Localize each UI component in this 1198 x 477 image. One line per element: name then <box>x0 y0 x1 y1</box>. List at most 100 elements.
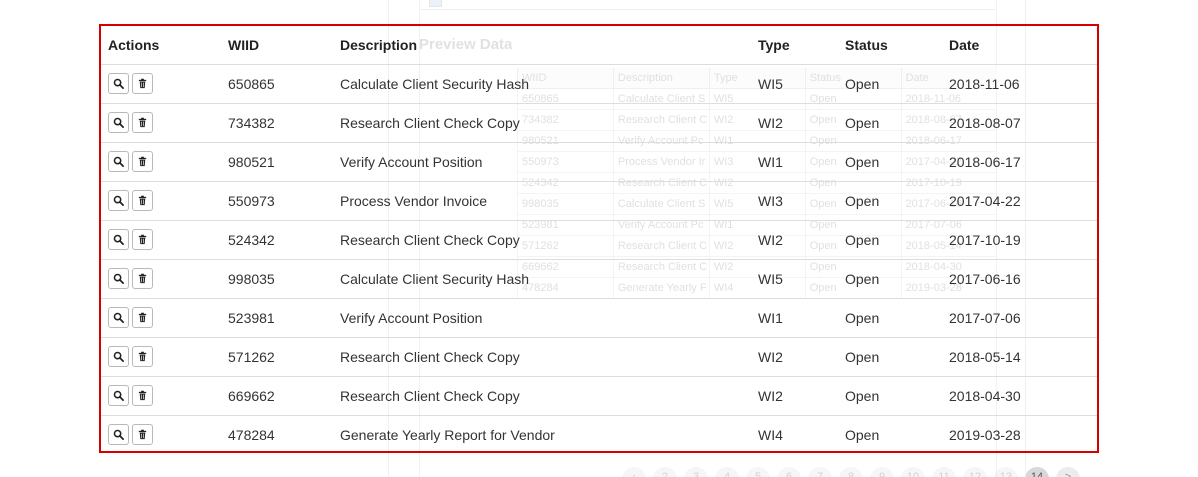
trash-icon <box>137 234 148 245</box>
table-row: 734382 Research Client Check Copy WI2 Open 2… <box>101 103 1097 143</box>
delete-button[interactable] <box>132 151 153 172</box>
pagination-next-button[interactable]: > <box>1056 467 1080 477</box>
preview-topbar <box>419 0 997 10</box>
pagination-page-button[interactable]: 2 <box>653 467 677 477</box>
header-date[interactable]: Date <box>942 26 1097 65</box>
row-actions <box>101 142 221 182</box>
cell-type: WI3 <box>751 181 838 221</box>
magnifier-icon <box>113 78 124 89</box>
cell-description: Generate Yearly Report for Vendor <box>340 426 555 443</box>
pagination-prev-button[interactable]: ‹ <box>622 467 646 477</box>
pagination-page-button[interactable]: 3 <box>684 467 708 477</box>
delete-button[interactable] <box>132 112 153 133</box>
cell-type: WI1 <box>751 298 838 338</box>
view-button[interactable] <box>108 424 129 446</box>
trash-icon <box>137 390 148 401</box>
cell-wiid: 980521 <box>221 142 333 182</box>
cell-date: 2017-04-22 <box>942 181 1097 221</box>
cell-description: Research Client Check Copy <box>333 220 751 260</box>
pagination-page-button[interactable]: 7 <box>808 467 832 477</box>
delete-button[interactable] <box>132 190 153 211</box>
pagination-page-button[interactable]: 4 <box>715 467 739 477</box>
cell-type: WI2 <box>751 220 838 260</box>
cell-wiid: 571262 <box>221 337 333 377</box>
magnifier-icon <box>113 390 124 401</box>
row-actions <box>101 376 221 416</box>
table-row: 478284 Generate Yearly Report for Vendor W… <box>101 415 1097 454</box>
magnifier-icon <box>113 312 124 323</box>
pagination-page-button[interactable]: 5 <box>746 467 770 477</box>
magnifier-icon <box>113 273 124 284</box>
cell-wiid: 550973 <box>221 181 333 221</box>
pagination-page-button[interactable]: 8 <box>839 467 863 477</box>
pagination-page-button[interactable]: 13 <box>994 467 1018 477</box>
view-button[interactable] <box>108 385 129 406</box>
view-button[interactable] <box>108 112 129 133</box>
cell-date: 2017-06-16 <box>942 259 1097 299</box>
cell-date: 2018-06-17 <box>942 142 1097 182</box>
pagination-page-button[interactable]: 10 <box>901 467 925 477</box>
cell-date: 2018-05-14 <box>942 337 1097 377</box>
header-actions: Actions <box>101 26 221 65</box>
cell-wiid: 523981 <box>221 298 333 338</box>
preview-checkbox <box>429 0 442 7</box>
pagination-page-button[interactable]: 12 <box>963 467 987 477</box>
pagination-page-button[interactable]: 11 <box>932 467 956 477</box>
delete-button[interactable] <box>132 424 153 446</box>
cell-date: 2018-11-06 <box>942 64 1097 104</box>
cell-wiid: 998035 <box>221 259 333 299</box>
cell-type: WI5 <box>751 64 838 104</box>
table-row: 980521 Verify Account Position WI1 Open 2018… <box>101 142 1097 182</box>
view-button[interactable] <box>108 190 129 211</box>
trash-icon <box>137 117 148 128</box>
magnifier-icon <box>113 117 124 128</box>
table-header-row: Actions WIID Description Type Status Dat… <box>101 26 1097 65</box>
view-button[interactable] <box>108 346 129 367</box>
delete-button[interactable] <box>132 385 153 406</box>
work-items-table: Actions WIID Description Type Status Dat… <box>101 26 1097 454</box>
header-wiid[interactable]: WIID <box>221 26 333 65</box>
header-type[interactable]: Type <box>751 26 838 65</box>
magnifier-icon <box>113 156 124 167</box>
magnifier-icon <box>113 429 124 441</box>
view-button[interactable] <box>108 268 129 289</box>
delete-button[interactable] <box>132 346 153 367</box>
cell-date: 2019-03-28 <box>949 426 1021 443</box>
header-description[interactable]: Description <box>333 26 751 65</box>
header-status[interactable]: Status <box>838 26 942 65</box>
cell-description: Verify Account Position <box>333 298 751 338</box>
delete-button[interactable] <box>132 268 153 289</box>
table-row: 998035 Calculate Client Security Hash WI5 O… <box>101 259 1097 299</box>
delete-button[interactable] <box>132 73 153 94</box>
trash-icon <box>137 156 148 167</box>
cell-wiid: 478284 <box>228 426 275 443</box>
delete-button[interactable] <box>132 229 153 250</box>
cell-type: WI5 <box>751 259 838 299</box>
delete-button[interactable] <box>132 307 153 328</box>
table-row: 524342 Research Client Check Copy WI2 Open 2… <box>101 220 1097 260</box>
cell-date: 2018-08-07 <box>942 103 1097 143</box>
row-actions <box>101 220 221 260</box>
view-button[interactable] <box>108 151 129 172</box>
trash-icon <box>137 273 148 284</box>
table-row: 571262 Research Client Check Copy WI2 Open 2… <box>101 337 1097 377</box>
cell-type: WI2 <box>751 103 838 143</box>
row-actions <box>101 415 221 454</box>
row-actions <box>101 259 221 299</box>
cell-date: 2018-04-30 <box>942 376 1097 416</box>
cell-status: Open <box>838 142 942 182</box>
view-button[interactable] <box>108 73 129 94</box>
view-button[interactable] <box>108 229 129 250</box>
pagination-page-button[interactable]: 14 <box>1025 467 1049 477</box>
cell-description: Calculate Client Security Hash <box>333 259 751 299</box>
cell-status: Open <box>838 220 942 260</box>
view-button[interactable] <box>108 307 129 328</box>
pagination-page-button[interactable]: 6 <box>777 467 801 477</box>
magnifier-icon <box>113 234 124 245</box>
table-row: 550973 Process Vendor Invoice WI3 Open 2017-… <box>101 181 1097 221</box>
trash-icon <box>137 429 148 440</box>
cell-date: 2017-07-06 <box>942 298 1097 338</box>
pagination-page-button[interactable]: 9 <box>870 467 894 477</box>
cell-status: Open <box>845 426 880 443</box>
cell-wiid: 734382 <box>221 103 333 143</box>
